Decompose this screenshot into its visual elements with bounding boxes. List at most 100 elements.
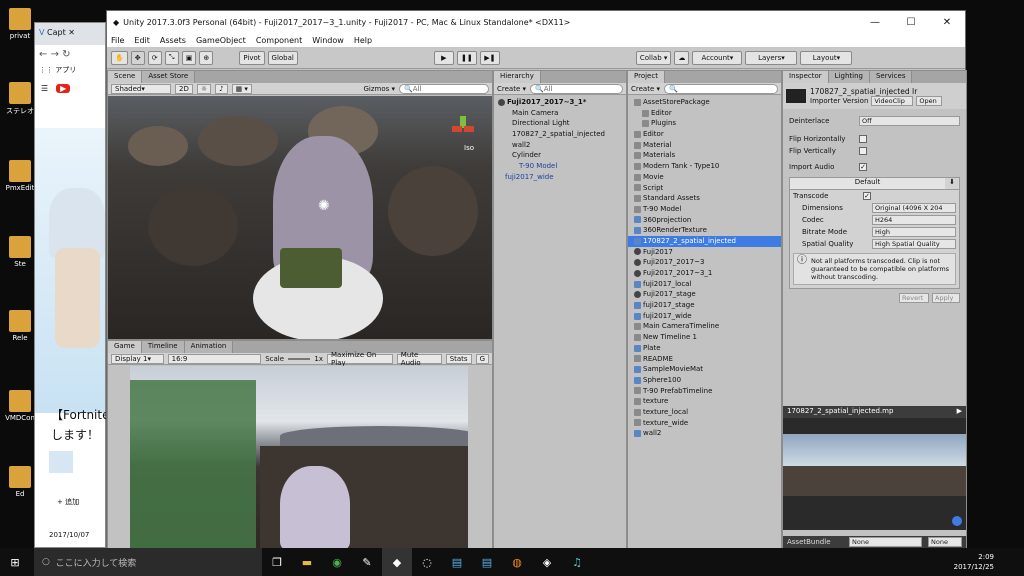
menu-help[interactable]: Help — [354, 36, 372, 45]
hierarchy-create-button[interactable]: Create ▾ — [497, 85, 526, 93]
scale-tool-icon[interactable]: ⤡ — [164, 50, 179, 65]
2d-toggle[interactable]: 2D — [175, 83, 193, 94]
bitrate-mode-dropdown[interactable]: High — [872, 227, 956, 237]
cloud-icon[interactable]: ☁ — [674, 50, 690, 65]
maximize-button[interactable]: ☐ — [893, 17, 929, 28]
scene-orientation-gizmo[interactable] — [452, 116, 474, 138]
app-icon-4[interactable]: ▤ — [472, 548, 502, 576]
video-title[interactable]: 【Fortnite します！ — [51, 405, 109, 445]
project-item[interactable]: Material — [628, 140, 781, 151]
tab-inspector[interactable]: Inspector — [783, 71, 829, 83]
back-arrow-icon[interactable]: ← — [39, 49, 47, 60]
apply-button[interactable]: Apply — [932, 293, 960, 303]
project-item[interactable]: 360RenderTexture — [628, 225, 781, 236]
project-item[interactable]: Standard Assets — [628, 193, 781, 204]
project-create-button[interactable]: Create ▾ — [631, 85, 660, 93]
maximize-on-play-toggle[interactable]: Maximize On Play — [326, 351, 393, 367]
taskbar-search-input[interactable]: ○ ここに入力して検索 — [34, 548, 262, 576]
hierarchy-item[interactable]: Main Camera — [494, 108, 626, 119]
import-audio-checkbox[interactable]: ✓ — [859, 163, 867, 171]
project-item[interactable]: Editor — [628, 129, 781, 140]
iso-label[interactable]: Iso — [464, 144, 474, 152]
tab-game[interactable]: Game — [108, 341, 142, 353]
tab-project[interactable]: Project — [628, 71, 665, 83]
audio-toggle-icon[interactable]: ♪ — [215, 83, 228, 94]
minimize-button[interactable]: — — [857, 17, 893, 28]
project-item[interactable]: Sphere100 — [628, 375, 781, 386]
hierarchy-item[interactable]: Cylinder — [494, 150, 626, 161]
hierarchy-item[interactable]: 170827_2_spatial_injected — [494, 129, 626, 140]
tab-default-platform[interactable]: Default — [790, 178, 945, 189]
deinterlace-dropdown[interactable]: Off — [859, 116, 960, 126]
app-icon-1[interactable]: ✎ — [352, 548, 382, 576]
apps-icon[interactable]: ⋮⋮ — [39, 66, 53, 74]
dimensions-dropdown[interactable]: Original (4096 X 204 — [872, 203, 956, 213]
project-item[interactable]: Script — [628, 183, 781, 194]
project-item[interactable]: README — [628, 354, 781, 365]
project-item[interactable]: Editor — [628, 108, 781, 119]
project-item[interactable]: SampleMovieMat — [628, 364, 781, 375]
project-item[interactable]: New Timeline 1 — [628, 332, 781, 343]
project-item[interactable]: texture_wide — [628, 418, 781, 429]
project-item[interactable]: Materials — [628, 150, 781, 161]
preview-toggle-icon[interactable] — [952, 516, 962, 526]
app-icon-2[interactable]: ◌ — [412, 548, 442, 576]
hierarchy-search-input[interactable]: 🔍 All — [530, 83, 623, 94]
project-item[interactable]: 360projection — [628, 215, 781, 226]
importer-version-dropdown[interactable]: VideoClip — [871, 95, 914, 106]
assetbundle-name-dropdown[interactable]: None — [849, 537, 922, 547]
close-button[interactable]: ✕ — [929, 17, 965, 28]
flip-horizontally-checkbox[interactable] — [859, 135, 867, 143]
project-item[interactable]: Modern Tank - Type10 — [628, 161, 781, 172]
app-icon-5[interactable]: ◈ — [532, 548, 562, 576]
play-button[interactable]: ▶ — [433, 50, 454, 65]
hierarchy-item[interactable]: wall2 — [494, 140, 626, 151]
project-item[interactable]: fuji2017_wide — [628, 311, 781, 322]
tab-lighting[interactable]: Lighting — [828, 71, 870, 83]
project-item[interactable]: AssetStorePackage — [628, 97, 781, 108]
chrome-icon[interactable]: ◉ — [322, 548, 352, 576]
assetbundle-variant-dropdown[interactable]: None — [928, 537, 962, 547]
tab-asset-store[interactable]: Asset Store — [142, 71, 196, 83]
project-item[interactable]: Fuji2017 — [628, 247, 781, 258]
tab-services[interactable]: Services — [869, 71, 913, 83]
display-dropdown[interactable]: Display 1 ▾ — [111, 353, 164, 364]
scene-search-input[interactable]: 🔍 All — [399, 83, 489, 94]
project-item[interactable]: 170827_2_spatial_injected — [628, 235, 781, 247]
forward-arrow-icon[interactable]: → — [51, 49, 59, 60]
rotate-tool-icon[interactable]: ⟳ — [147, 50, 162, 65]
project-item[interactable]: Plate — [628, 343, 781, 354]
open-button[interactable]: Open — [916, 95, 943, 106]
start-button-icon[interactable]: ⊞ — [0, 548, 30, 576]
project-item[interactable]: T-90 Model — [628, 204, 781, 215]
project-item[interactable]: Main CameraTimeline — [628, 321, 781, 332]
platform-download-icon[interactable]: ⬇ — [945, 178, 959, 189]
hierarchy-item[interactable]: Fuji2017_2017~3_1* — [494, 97, 626, 108]
account-dropdown[interactable]: Account ▾ — [692, 50, 743, 65]
apps-label[interactable]: アプリ — [55, 66, 76, 74]
effects-dropdown-icon[interactable]: ▦ ▾ — [231, 83, 252, 94]
global-toggle[interactable]: Global — [267, 50, 298, 65]
task-view-icon[interactable]: ❐ — [262, 548, 292, 576]
tab-scene[interactable]: Scene — [108, 71, 143, 83]
scale-slider[interactable] — [288, 357, 311, 360]
pause-button[interactable]: ❚❚ — [456, 50, 477, 65]
game-viewport[interactable] — [130, 366, 468, 550]
reload-icon[interactable]: ↻ — [62, 49, 70, 60]
hierarchy-item[interactable]: fuji2017_wide — [494, 172, 626, 183]
rect-tool-icon[interactable]: ▣ — [181, 50, 197, 65]
file-explorer-icon[interactable]: ▬ — [292, 548, 322, 576]
video-thumbnail[interactable] — [35, 128, 105, 413]
menu-edit[interactable]: Edit — [134, 36, 150, 45]
tank-model[interactable] — [280, 248, 342, 288]
tab-hierarchy[interactable]: Hierarchy — [494, 71, 541, 83]
mute-audio-toggle[interactable]: Mute Audio — [396, 351, 442, 367]
gizmos-toggle[interactable]: G — [475, 353, 489, 364]
pivot-toggle[interactable]: Pivot — [239, 50, 265, 65]
tab-timeline[interactable]: Timeline — [141, 341, 185, 353]
gizmos-dropdown[interactable]: Gizmos ▾ — [363, 85, 395, 93]
browser-tab[interactable]: V Capt ✕ — [35, 23, 105, 45]
project-item[interactable]: Fuji2017_stage — [628, 289, 781, 300]
project-item[interactable]: wall2 — [628, 428, 781, 439]
hamburger-icon[interactable]: ☰ — [41, 84, 48, 93]
